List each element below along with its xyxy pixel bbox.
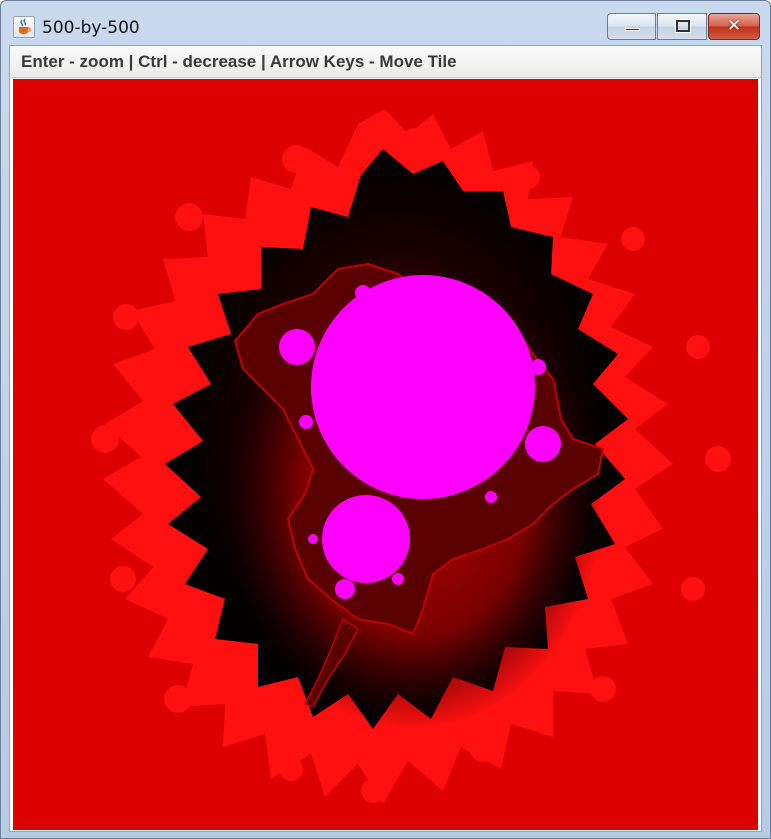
close-icon: ✕ [726,16,742,36]
app-window: 500-by-500 ✕ Enter - zoom | Ctrl - decre… [0,0,771,839]
instruction-text: Enter - zoom | Ctrl - decrease | Arrow K… [21,52,457,71]
secondary-bulb [322,495,410,583]
title-bar[interactable]: 500-by-500 ✕ [1,1,770,41]
window-title: 500-by-500 [42,18,140,38]
client-area: Enter - zoom | Ctrl - decrease | Arrow K… [9,45,762,832]
maximize-icon [675,19,691,33]
close-button[interactable]: ✕ [708,13,760,40]
minimize-icon [625,28,640,31]
minimize-button[interactable] [607,13,656,40]
instruction-bar: Enter - zoom | Ctrl - decrease | Arrow K… [10,46,761,78]
fractal-canvas[interactable] [13,79,758,830]
java-cup-icon[interactable] [13,16,35,38]
mandelbrot-render [13,79,758,830]
main-cardioid [311,275,535,499]
maximize-button[interactable] [657,13,707,40]
